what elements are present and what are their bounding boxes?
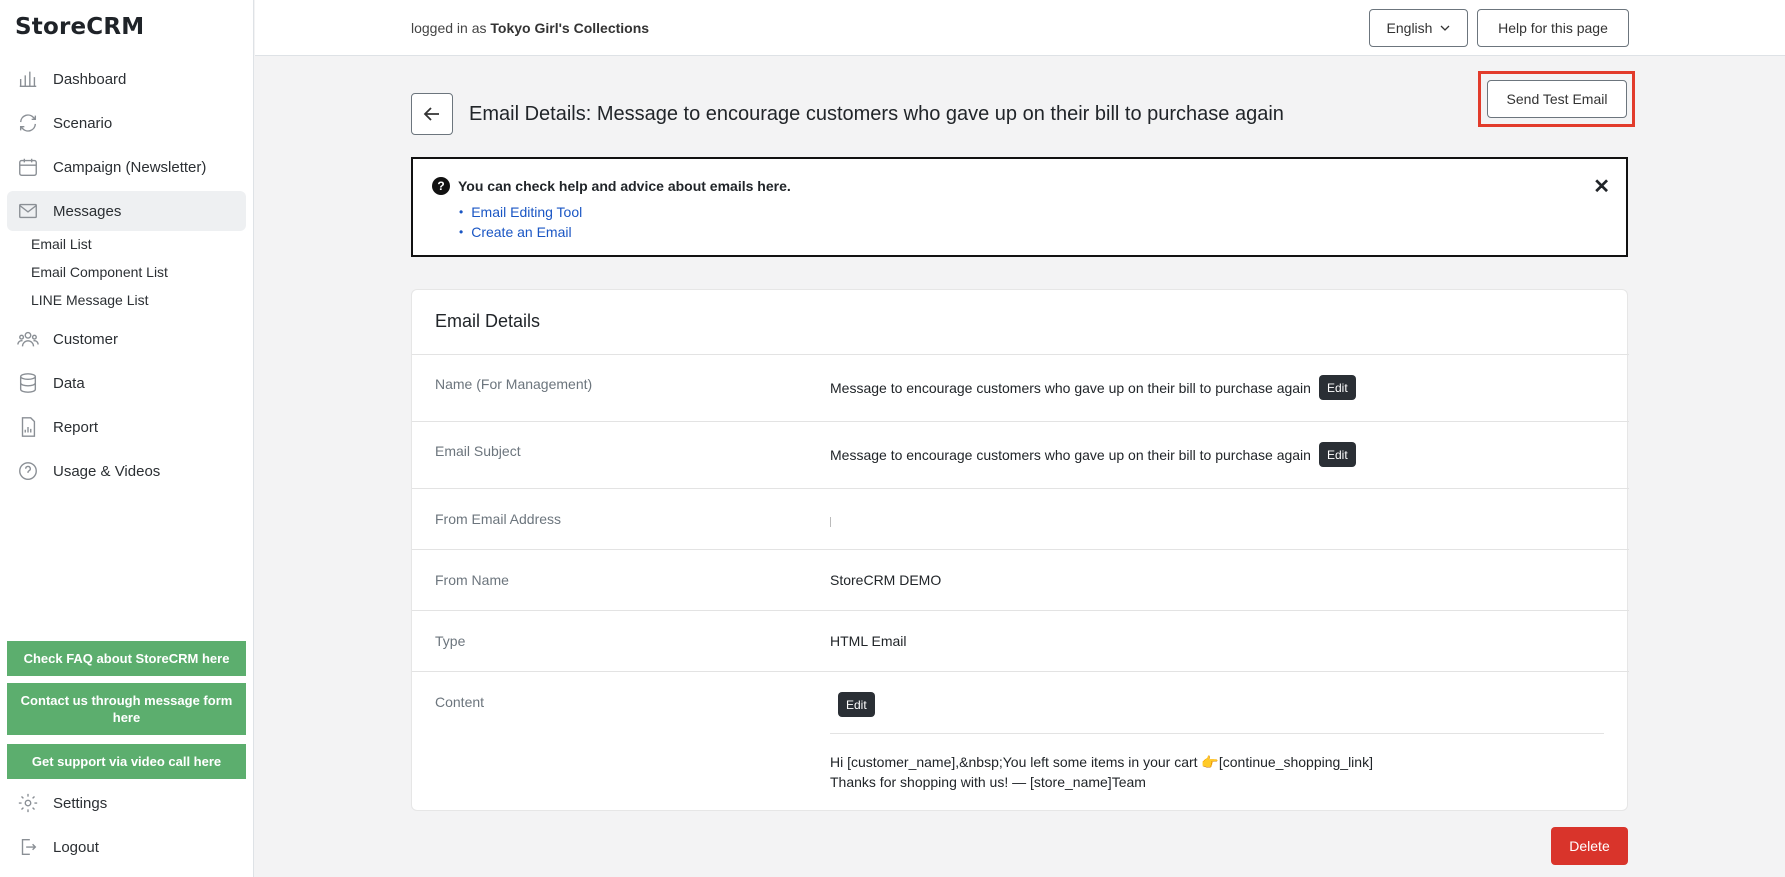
chevron-down-icon [1440, 23, 1450, 33]
sidebar-item-messages[interactable]: Messages [7, 191, 246, 231]
users-icon [17, 328, 39, 350]
video-support-button[interactable]: Get support via video call here [7, 744, 246, 779]
logged-in-prefix: logged in as [411, 20, 487, 36]
type-value: HTML Email [830, 633, 907, 649]
arrow-left-icon [422, 104, 442, 124]
detail-label: From Email Address [435, 511, 562, 527]
question-icon: ? [432, 177, 450, 195]
refresh-icon [17, 112, 39, 134]
send-test-email-button[interactable]: Send Test Email [1487, 80, 1627, 118]
card-title: Email Details [435, 311, 541, 331]
help-button[interactable]: Help for this page [1477, 9, 1629, 47]
sidebar-item-label: Messages [53, 202, 122, 220]
database-icon [17, 372, 39, 394]
top-bar: logged in as Tokyo Girl's Collections En… [255, 0, 1785, 56]
help-circle-icon [17, 460, 39, 482]
detail-row-name: Name (For Management) Message to encoura… [412, 354, 1629, 421]
language-select[interactable]: English [1369, 9, 1468, 47]
detail-label: From Name [435, 572, 509, 588]
edit-subject-button[interactable]: Edit [1318, 442, 1356, 467]
info-title: You can check help and advice about emai… [458, 178, 791, 194]
language-label: English [1386, 20, 1433, 36]
sidebar-item-label: Customer [53, 330, 119, 348]
help-info-box: ? You can check help and advice about em… [411, 157, 1628, 257]
sidebar-item-label: Report [53, 418, 99, 436]
sidebar-item-label: Data [53, 374, 85, 392]
detail-label: Content [435, 694, 485, 710]
store-name: Tokyo Girl's Collections [490, 20, 650, 36]
link-create-email[interactable]: Create an Email [471, 224, 571, 240]
link-email-editing-tool[interactable]: Email Editing Tool [471, 204, 582, 220]
faq-button[interactable]: Check FAQ about StoreCRM here [7, 641, 246, 676]
sidebar-item-logout[interactable]: Logout [7, 827, 246, 867]
envelope-icon [17, 200, 39, 222]
page-title: Email Details: Message to encourage cust… [469, 103, 1284, 125]
close-icon[interactable]: ✕ [1593, 174, 1610, 199]
sub-item-email-list[interactable]: Email List [31, 236, 92, 252]
delete-button[interactable]: Delete [1551, 827, 1628, 865]
from-email-value [830, 517, 831, 527]
edit-name-button[interactable]: Edit [1318, 375, 1356, 400]
logged-in-text: logged in as Tokyo Girl's Collections [411, 20, 649, 36]
sidebar-item-data[interactable]: Data [7, 363, 246, 403]
sidebar: StoreCRM Dashboard Scenario Campaign (Ne… [0, 0, 254, 877]
sub-item-email-component-list[interactable]: Email Component List [31, 264, 168, 280]
back-button[interactable] [411, 93, 453, 135]
sidebar-item-label: Logout [53, 838, 99, 856]
detail-row-from-name: From Name StoreCRM DEMO [412, 549, 1629, 610]
content-line: Thanks for shopping with us! — [store_na… [830, 774, 1146, 790]
bar-chart-icon [17, 68, 39, 90]
sidebar-item-scenario[interactable]: Scenario [7, 103, 246, 143]
from-name-value: StoreCRM DEMO [830, 572, 942, 588]
sidebar-item-label: Settings [53, 794, 108, 812]
detail-value: Message to encourage customers who gave … [830, 442, 1356, 467]
gear-icon [17, 792, 39, 814]
contact-form-button[interactable]: Contact us through message form here [7, 683, 246, 735]
calendar-icon [17, 156, 39, 178]
detail-label: Email Subject [435, 443, 521, 459]
sidebar-item-usage-videos[interactable]: Usage & Videos [7, 451, 246, 491]
content-actions: Edit [838, 692, 875, 717]
app-logo: StoreCRM [15, 14, 145, 40]
name-value: Message to encourage customers who gave … [830, 379, 1311, 396]
sidebar-item-label: Usage & Videos [53, 462, 161, 480]
sidebar-item-report[interactable]: Report [7, 407, 246, 447]
info-links: Email Editing Tool Create an Email [459, 202, 582, 242]
content-divider [830, 733, 1604, 734]
email-details-card: Email Details Name (For Management) Mess… [411, 289, 1629, 811]
sidebar-item-dashboard[interactable]: Dashboard [7, 59, 246, 99]
detail-row-from-email: From Email Address [412, 488, 1629, 549]
edit-content-button[interactable]: Edit [838, 692, 875, 717]
detail-row-type: Type HTML Email [412, 610, 1629, 671]
detail-value: Message to encourage customers who gave … [830, 375, 1356, 400]
content-preview: Hi [customer_name],&nbsp;You left some i… [830, 752, 1373, 792]
sidebar-item-campaign[interactable]: Campaign (Newsletter) [7, 147, 246, 187]
sidebar-item-label: Campaign (Newsletter) [53, 158, 207, 176]
list-item: Email Editing Tool [459, 202, 582, 222]
sidebar-item-settings[interactable]: Settings [7, 783, 246, 823]
logout-icon [17, 836, 39, 858]
content-line: Hi [customer_name],&nbsp;You left some i… [830, 754, 1373, 770]
sidebar-item-customer[interactable]: Customer [7, 319, 246, 359]
subject-value: Message to encourage customers who gave … [830, 446, 1311, 463]
list-item: Create an Email [459, 222, 582, 242]
detail-label: Type [435, 633, 466, 649]
sub-item-line-message-list[interactable]: LINE Message List [31, 292, 149, 308]
detail-row-subject: Email Subject Message to encourage custo… [412, 421, 1629, 488]
sidebar-item-label: Dashboard [53, 70, 127, 88]
detail-label: Name (For Management) [435, 376, 593, 392]
sidebar-item-label: Scenario [53, 114, 113, 132]
report-icon [17, 416, 39, 438]
